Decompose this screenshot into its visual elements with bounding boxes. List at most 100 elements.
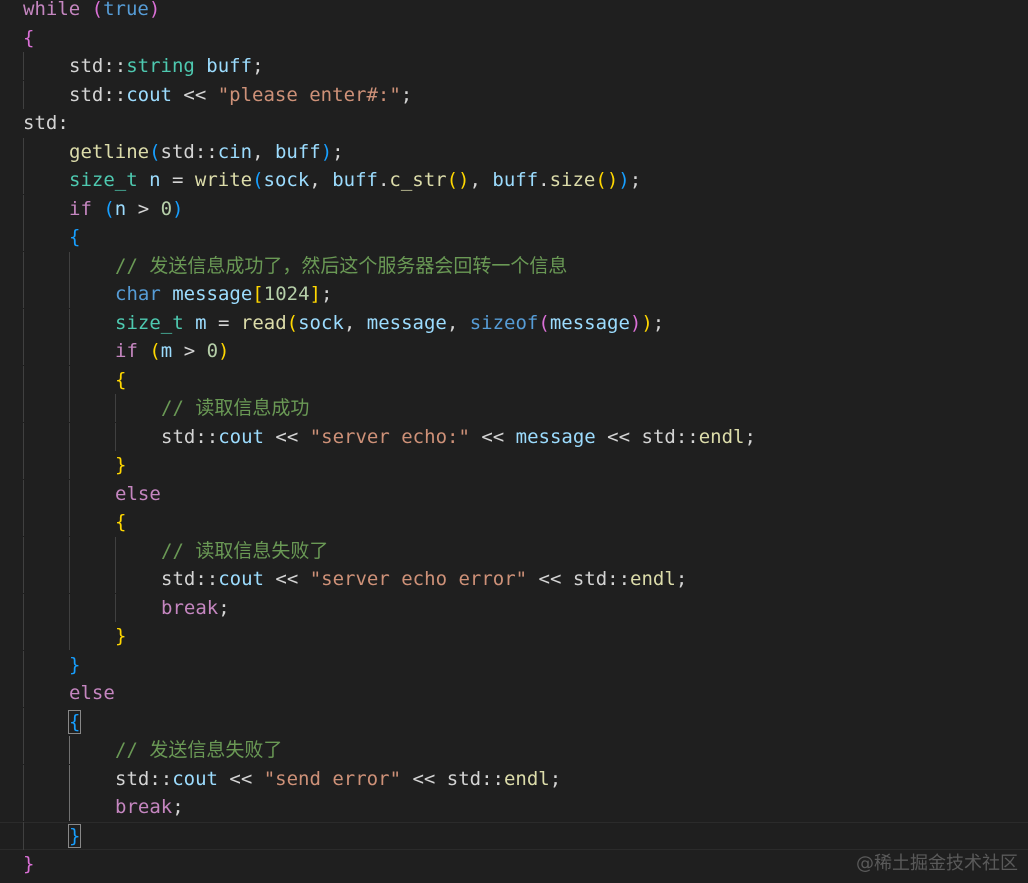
code-token: }: [23, 853, 35, 875]
code-token: std::: [446, 767, 504, 790]
code-line[interactable]: std::string buff;: [0, 52, 1028, 80]
code-token: <<: [171, 83, 218, 106]
code-text: std::cout << "please enter#:";: [69, 81, 412, 109]
code-line[interactable]: {: [0, 223, 1028, 251]
code-token: <<: [217, 767, 264, 790]
code-token: c_str: [389, 169, 447, 191]
code-line[interactable]: if (n > 0): [0, 194, 1028, 223]
code-token: ,: [252, 140, 275, 163]
code-token: ): [629, 311, 642, 334]
code-line[interactable]: // 读取信息成功: [0, 394, 1028, 422]
code-line[interactable]: // 发送信息失败了: [0, 736, 1028, 764]
code-line[interactable]: }: [0, 622, 1028, 650]
code-token: [: [252, 283, 264, 305]
code-token: (): [446, 169, 470, 191]
code-text: }: [67, 822, 82, 850]
code-line[interactable]: else: [0, 679, 1028, 707]
code-token: ): [218, 340, 230, 362]
code-line[interactable]: std::cout << "please enter#:";: [0, 80, 1028, 109]
code-token: ;: [252, 55, 264, 77]
code-line[interactable]: }: [0, 821, 1028, 850]
indent-guide: [23, 593, 24, 622]
code-token: cin: [217, 140, 253, 163]
code-line[interactable]: }: [0, 650, 1028, 679]
code-token: m: [195, 311, 207, 334]
code-editor[interactable]: while (true){std::string buff; std::cout …: [0, 0, 1028, 883]
code-line[interactable]: std::cout << "send error" << std::endl;: [0, 764, 1028, 793]
code-line[interactable]: size_t n = write(sock, buff.c_str(), buf…: [0, 166, 1028, 194]
code-token: <<: [263, 425, 310, 448]
indent-guide: [69, 394, 70, 422]
indent-guide: [23, 451, 24, 479]
code-token: ;: [400, 83, 413, 106]
code-line[interactable]: break;: [0, 793, 1028, 821]
code-text: // 发送信息失败了: [115, 736, 282, 764]
indent-guide: [23, 736, 24, 764]
code-line[interactable]: {: [0, 508, 1028, 536]
code-token: ,: [343, 311, 367, 334]
code-line[interactable]: std::cout << "server echo error" << std:…: [0, 565, 1028, 593]
code-token: }: [115, 625, 127, 647]
code-line[interactable]: break;: [0, 593, 1028, 622]
code-text: while (true): [23, 0, 160, 23]
indent-guide: [23, 707, 24, 736]
code-token: ;: [629, 169, 642, 191]
code-token: string: [126, 55, 195, 77]
code-token: =: [160, 169, 195, 191]
code-text: break;: [161, 594, 230, 622]
code-text: {: [115, 366, 126, 394]
code-token: endl: [630, 568, 676, 590]
code-line[interactable]: else: [0, 479, 1028, 508]
code-line[interactable]: {: [0, 365, 1028, 394]
code-line[interactable]: getline(std::cin, buff);: [0, 137, 1028, 166]
code-token: ;: [332, 140, 344, 163]
indent-guide: [23, 280, 24, 308]
code-line[interactable]: char message[1024];: [0, 280, 1028, 308]
code-line[interactable]: }: [0, 451, 1028, 479]
indent-guide: [69, 536, 70, 565]
indent-guide: [69, 565, 70, 593]
code-line[interactable]: {: [0, 707, 1028, 736]
code-token: cout: [218, 568, 264, 590]
code-line[interactable]: std::cout << "server echo:" << message <…: [0, 422, 1028, 451]
code-token: else: [69, 682, 115, 704]
indent-guide: [23, 508, 24, 536]
code-line[interactable]: if (m > 0): [0, 337, 1028, 365]
code-token: <<: [469, 425, 516, 448]
watermark: @稀土掘金技术社区: [856, 853, 1018, 874]
code-text: if (n > 0): [69, 195, 183, 223]
code-token: // 发送信息失败了: [115, 739, 283, 761]
code-line[interactable]: {: [0, 24, 1028, 52]
code-token: message: [172, 283, 253, 305]
code-token: while: [23, 0, 81, 20]
indent-guide: [23, 80, 24, 109]
code-token: {: [115, 368, 127, 391]
code-token: std:: [23, 112, 69, 134]
indent-guide: [115, 536, 116, 565]
code-token: 1024: [263, 283, 310, 305]
indent-guide: [69, 337, 70, 365]
code-token: std::: [115, 767, 173, 790]
indent-guide: [115, 394, 116, 422]
code-line[interactable]: std:: [0, 109, 1028, 137]
code-token: true: [103, 0, 149, 20]
code-line[interactable]: // 读取信息失败了: [0, 536, 1028, 565]
code-token: ;: [320, 283, 333, 305]
code-token: ;: [172, 796, 184, 818]
code-line[interactable]: size_t m = read(sock, message, sizeof(me…: [0, 308, 1028, 337]
code-token: <<: [527, 568, 573, 590]
code-text: std::cout << "send error" << std::endl;: [115, 765, 561, 793]
code-text: size_t m = read(sock, message, sizeof(me…: [115, 309, 664, 337]
code-text: {: [67, 708, 82, 736]
code-token: (: [103, 197, 115, 220]
code-line[interactable]: while (true): [0, 0, 1028, 23]
code-token: ;: [744, 425, 756, 448]
code-token: size: [549, 169, 596, 191]
indent-guide: [23, 821, 24, 850]
code-line[interactable]: // 发送信息成功了，然后这个服务器会回转一个信息: [0, 251, 1028, 280]
code-token: message: [366, 311, 447, 334]
